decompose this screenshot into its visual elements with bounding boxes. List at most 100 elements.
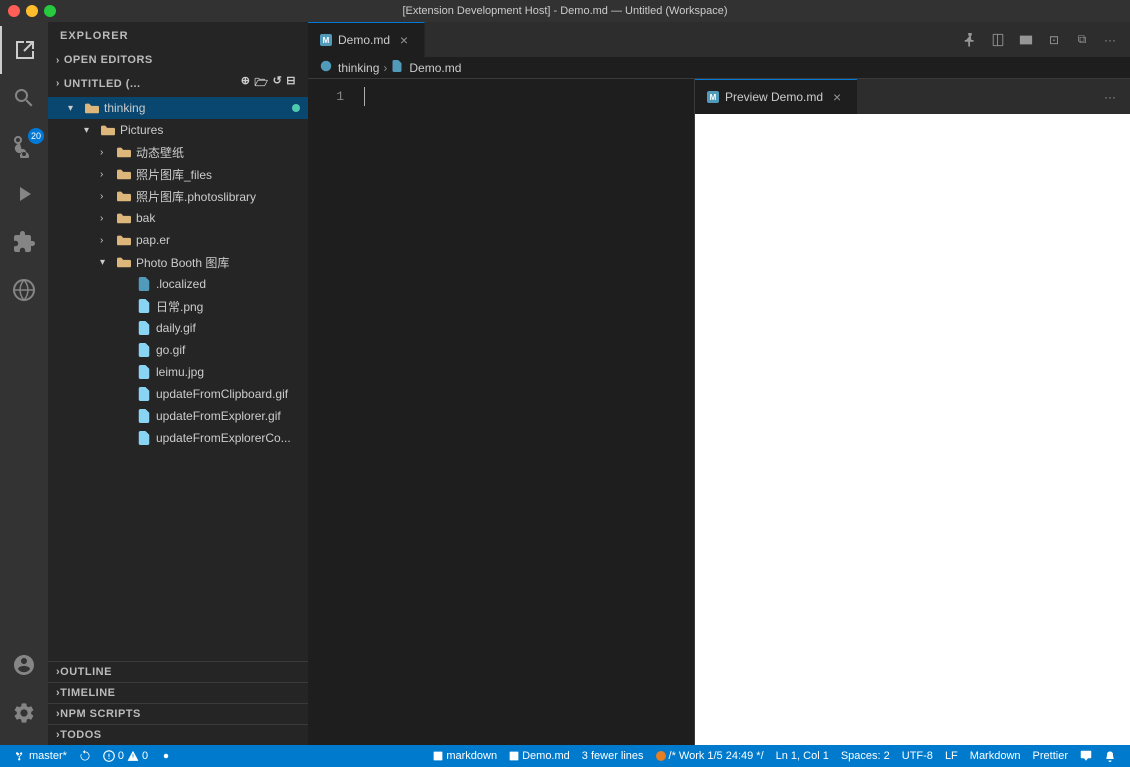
breadcrumb-part-icon [391, 60, 403, 75]
titlebar: [Extension Development Host] - Demo.md —… [0, 0, 1130, 22]
split-editor-down-button[interactable] [1014, 28, 1038, 52]
breadcrumb-part-2[interactable]: Demo.md [409, 61, 461, 75]
status-branch[interactable]: master* [8, 745, 73, 767]
status-fewer-lines[interactable]: 3 fewer lines [576, 745, 650, 767]
breadcrumb-part-1[interactable]: thinking [338, 61, 379, 75]
todos-section: › TODOS [48, 724, 308, 745]
tree-item-update-explorerco[interactable]: › updateFromExplorerCo... [48, 427, 308, 449]
markdown-lint-label: markdown [446, 750, 497, 762]
tree-item-bak[interactable]: › bak [48, 207, 308, 229]
todos-header[interactable]: › TODOS [48, 725, 308, 745]
tab-bar-actions: ⊡ ⧉ ··· [950, 22, 1130, 57]
tree-item-donghua[interactable]: › 动态壁纸 [48, 141, 308, 163]
timeline-label: TIMELINE [60, 687, 115, 699]
tree-item-thinking[interactable]: ▾ thinking [48, 97, 308, 119]
spaces-label: Spaces: 2 [841, 750, 890, 762]
status-errors[interactable]: 0 0 [97, 745, 154, 767]
tree-item-pictures[interactable]: ▾ Pictures [48, 119, 308, 141]
refresh-icon[interactable]: ↺ [273, 74, 283, 93]
tree-item-update-clipboard[interactable]: › updateFromClipboard.gif [48, 383, 308, 405]
preview-tab-bar: M Preview Demo.md × ··· [695, 79, 1130, 114]
activity-item-search[interactable] [0, 74, 48, 122]
tab-demo-md[interactable]: M Demo.md × [308, 22, 425, 57]
tree-item-paper[interactable]: › pap.er [48, 229, 308, 251]
timeline-header[interactable]: › TIMELINE [48, 683, 308, 703]
open-editors-arrow: › [56, 55, 60, 66]
status-language[interactable]: Markdown [964, 745, 1027, 767]
status-encoding[interactable]: UTF-8 [896, 745, 939, 767]
tree-item-localized[interactable]: › .localized [48, 273, 308, 295]
open-editors-section[interactable]: › OPEN EDITORS [48, 50, 308, 70]
fewer-lines-label: 3 fewer lines [582, 750, 644, 762]
status-work-circle[interactable]: /* Work 1/5 24:49 */ [650, 745, 770, 767]
tree-item-daily[interactable]: › daily.gif [48, 317, 308, 339]
tab-demo-md-close[interactable]: × [396, 32, 412, 48]
window-controls[interactable] [8, 5, 56, 17]
status-bell[interactable] [1098, 745, 1122, 767]
more-actions-button[interactable]: ··· [1098, 28, 1122, 52]
thinking-label: thinking [104, 101, 145, 115]
new-folder-icon[interactable]: 🗁 [254, 74, 268, 93]
status-markdown-lint[interactable]: markdown [427, 745, 503, 767]
activity-item-accounts[interactable] [0, 641, 48, 689]
status-prettier[interactable]: Prettier [1027, 745, 1074, 767]
split-editor-right-button[interactable] [986, 28, 1010, 52]
activity-bar: 20 [0, 22, 48, 745]
untitled-label: UNTITLED (... [64, 78, 141, 90]
preview-more-button[interactable]: ··· [1098, 85, 1122, 109]
pin-tab-button[interactable] [958, 28, 982, 52]
collapse-icon[interactable]: ⊟ [286, 74, 296, 93]
source-control-badge: 20 [28, 128, 44, 144]
tree-item-leimu[interactable]: › leimu.jpg [48, 361, 308, 383]
bak-arrow: › [100, 213, 116, 224]
status-demo-md[interactable]: Demo.md [503, 745, 576, 767]
tree-item-richang[interactable]: › 日常.png [48, 295, 308, 317]
minimize-window-button[interactable] [26, 5, 38, 17]
tree-item-update-explorer[interactable]: › updateFromExplorer.gif [48, 405, 308, 427]
tree-item-photobooth[interactable]: ▾ Photo Booth 图库 [48, 251, 308, 273]
tree-item-photoslibrary[interactable]: › 照片图库.photoslibrary [48, 185, 308, 207]
split-button[interactable]: ⧉ [1070, 28, 1094, 52]
code-content[interactable] [356, 79, 694, 745]
photos-files-arrow: › [100, 169, 116, 180]
activity-item-extensions[interactable] [0, 218, 48, 266]
status-spaces[interactable]: Spaces: 2 [835, 745, 896, 767]
thinking-arrow: ▾ [68, 103, 84, 114]
daily-label: daily.gif [156, 321, 196, 335]
work-circle-icon [656, 751, 666, 761]
sidebar: EXPLORER › OPEN EDITORS › UNTITLED (... … [48, 22, 308, 745]
richang-label: 日常.png [156, 298, 203, 315]
close-window-button[interactable] [8, 5, 20, 17]
activity-item-explorer[interactable] [0, 26, 48, 74]
go-label: go.gif [156, 343, 185, 357]
close-other-tabs-button[interactable]: ⊡ [1042, 28, 1066, 52]
npm-header[interactable]: › NPM SCRIPTS [48, 704, 308, 724]
tab-preview-demo-md[interactable]: M Preview Demo.md × [695, 79, 857, 114]
pictures-label: Pictures [120, 123, 163, 137]
untitled-section[interactable]: › UNTITLED (... ⊕ 🗁 ↺ ⊟ [48, 70, 308, 97]
code-editor[interactable]: 1 [308, 79, 695, 745]
activity-item-run[interactable] [0, 170, 48, 218]
preview-tab-actions: ··· [1090, 79, 1130, 114]
maximize-window-button[interactable] [44, 5, 56, 17]
leimu-label: leimu.jpg [156, 365, 204, 379]
prettier-label: Prettier [1033, 750, 1068, 762]
activity-item-source-control[interactable]: 20 [0, 122, 48, 170]
preview-tab-close-button[interactable]: × [829, 89, 845, 105]
activity-item-remote[interactable] [0, 266, 48, 314]
tree-item-go[interactable]: › go.gif [48, 339, 308, 361]
tab-bar: M Demo.md × ⊡ ⧉ ··· [308, 22, 1130, 57]
tree-item-photos-files[interactable]: › 照片图库_files [48, 163, 308, 185]
status-sync[interactable] [73, 745, 97, 767]
open-editors-label: OPEN EDITORS [64, 54, 153, 66]
status-ln-col[interactable]: Ln 1, Col 1 [770, 745, 835, 767]
activity-item-settings[interactable] [0, 689, 48, 737]
update-explorerco-label: updateFromExplorerCo... [156, 431, 291, 445]
eol-label: LF [945, 750, 958, 762]
status-git-info[interactable] [154, 745, 178, 767]
outline-header[interactable]: › OUTLINE [48, 662, 308, 682]
donghua-folder-icon [116, 144, 132, 160]
status-eol[interactable]: LF [939, 745, 964, 767]
status-notifications[interactable] [1074, 745, 1098, 767]
new-file-icon[interactable]: ⊕ [241, 74, 251, 93]
